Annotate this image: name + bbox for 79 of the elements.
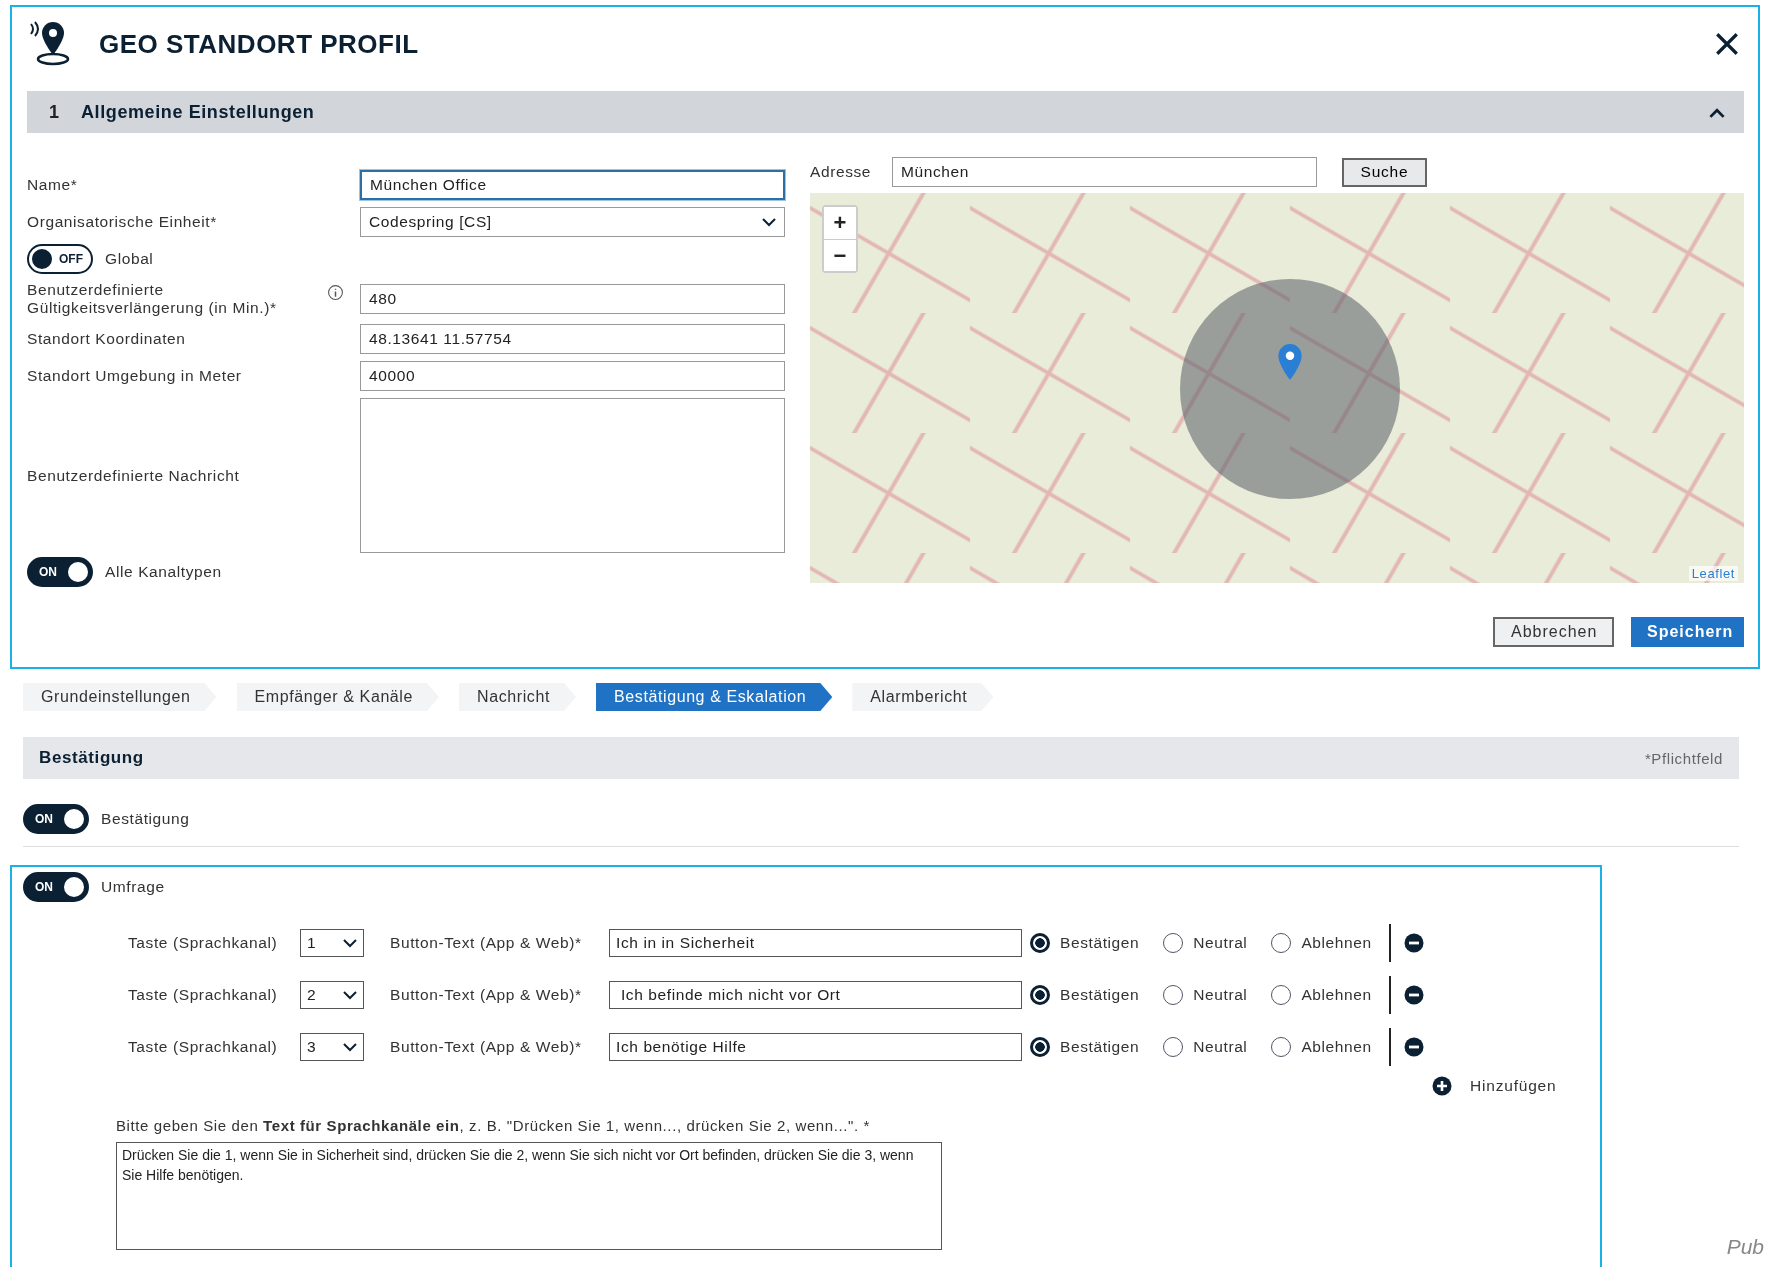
radio-label: Bestätigen: [1060, 1038, 1140, 1056]
map-pin-icon[interactable]: [1277, 343, 1303, 381]
button-text-label: Button-Text (App & Web)*: [390, 1038, 583, 1056]
corner-text: Pub: [1726, 1235, 1764, 1259]
text-field[interactable]: 480: [360, 284, 785, 314]
radio-button[interactable]: [1030, 933, 1050, 953]
attribution-link[interactable]: Leaflet: [1688, 566, 1738, 581]
toggle-label: Umfrage: [101, 878, 165, 896]
step-tab[interactable]: Bestätigung & Eskalation: [596, 683, 833, 711]
toggle-label: Global: [105, 250, 154, 268]
key-dropdown[interactable]: 1: [300, 929, 364, 957]
key-dropdown[interactable]: 2: [300, 981, 364, 1009]
toggle-switch[interactable]: ON: [23, 804, 89, 834]
toggle-label: Bestätigung: [101, 810, 190, 828]
step-tab[interactable]: Alarmbericht: [852, 683, 994, 711]
zoom-out-button[interactable]: −: [824, 239, 856, 271]
chevron-down-icon: [343, 1042, 357, 1052]
chevron-down-icon: [343, 938, 357, 948]
remove-icon[interactable]: [1403, 985, 1424, 1005]
field-label: Standort Koordinaten: [27, 330, 187, 348]
section-number: 1: [49, 101, 61, 123]
field-label: Organisatorische Einheit*: [27, 213, 218, 231]
field-label: Benutzerdefinierte Nachricht: [27, 466, 241, 485]
search-button[interactable]: Suche: [1342, 157, 1427, 187]
step-tab[interactable]: Empfänger & Kanäle: [236, 683, 440, 711]
button-text-field[interactable]: Ich befinde mich nicht vor Ort: [609, 981, 1022, 1009]
chevron-down-icon: [343, 990, 357, 1000]
radio-label: Bestätigen: [1060, 986, 1140, 1004]
radio-label: Ablehnen: [1301, 1038, 1372, 1056]
button-text-label: Button-Text (App & Web)*: [390, 934, 583, 952]
button-text-field[interactable]: Ich in in Sicherheit: [609, 929, 1022, 957]
key-label: Taste (Sprachkanal): [128, 1038, 279, 1056]
toggle-switch[interactable]: OFF: [27, 244, 93, 274]
button-text-label: Button-Text (App & Web)*: [390, 986, 583, 1004]
remove-icon[interactable]: [1403, 1037, 1424, 1057]
field-label: Standort Umgebung in Meter: [27, 367, 243, 385]
map-placeholder[interactable]: + − Leaflet: [810, 193, 1744, 583]
key-label: Taste (Sprachkanal): [128, 934, 279, 952]
radio-label: Ablehnen: [1301, 934, 1372, 952]
radio-label: Neutral: [1193, 986, 1248, 1004]
section-header[interactable]: 1 Allgemeine Einstellungen: [27, 91, 1744, 133]
radio-button[interactable]: [1030, 1037, 1050, 1057]
plus-icon: [1432, 1076, 1452, 1096]
text-field[interactable]: 40000: [360, 361, 785, 391]
required-note: *Pflichtfeld: [1644, 749, 1723, 767]
radio-button[interactable]: [1030, 985, 1050, 1005]
chevron-down-icon: [762, 217, 776, 227]
info-icon[interactable]: [327, 284, 344, 301]
step-tab[interactable]: Grundeinstellungen: [23, 683, 217, 711]
address-label: Adresse: [810, 163, 873, 181]
key-label: Taste (Sprachkanal): [128, 986, 279, 1004]
voice-text-field[interactable]: Drücken Sie die 1, wenn Sie in Sicherheit sind, drücken Sie die 2, wenn Sie sich nicht vor Ort befinden, drücken Sie die 3, wenn Sie Hilfe benötigen.: [116, 1142, 942, 1250]
radio-label: Bestätigen: [1060, 934, 1140, 952]
section-title: Bestätigung: [39, 748, 144, 768]
field-label: Name*: [27, 176, 79, 194]
toggle-switch[interactable]: ON: [27, 557, 93, 587]
radio-label: Ablehnen: [1301, 986, 1372, 1004]
close-icon[interactable]: [1714, 31, 1740, 57]
dialog-button[interactable]: Speichern: [1631, 617, 1744, 647]
remove-icon[interactable]: [1403, 933, 1424, 953]
chevron-icon: [1708, 106, 1726, 118]
dialog-button[interactable]: Abbrechen: [1493, 617, 1614, 647]
key-dropdown[interactable]: 3: [300, 1033, 364, 1061]
add-button[interactable]: Hinzufügen: [1432, 1076, 1557, 1096]
text-field[interactable]: München Office: [360, 170, 785, 200]
message-field[interactable]: [360, 398, 785, 553]
field-label: Benutzerdefinierte Gültigkeitsverlängerung (in Min.)*: [27, 281, 278, 317]
text-field[interactable]: 48.13641 11.57754: [360, 324, 785, 354]
window-title: GEO STANDORT PROFIL: [99, 28, 419, 60]
toggle-label: Alle Kanaltypen: [105, 563, 222, 581]
toggle-switch[interactable]: ON: [23, 872, 89, 902]
section-title: Allgemeine Einstellungen: [81, 101, 315, 123]
radio-label: Neutral: [1193, 934, 1248, 952]
button-text-field[interactable]: Ich benötige Hilfe: [609, 1033, 1022, 1061]
radio-label: Neutral: [1193, 1038, 1248, 1056]
step-tab[interactable]: Nachricht: [459, 683, 576, 711]
address-field[interactable]: München: [892, 157, 1317, 187]
dropdown[interactable]: Codespring [CS]: [360, 207, 785, 237]
instruction-text: Bitte geben Sie den Text für Sprachkanäle ein, z. B. "Drücken Sie 1, wenn..., drücken Sie 2, wenn...". *: [116, 1117, 871, 1134]
